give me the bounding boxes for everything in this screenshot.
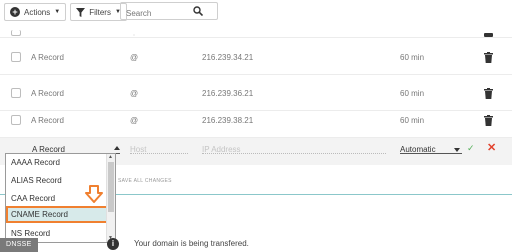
cancel-x-icon[interactable]: ✕: [487, 141, 496, 154]
trash-icon[interactable]: [484, 88, 493, 99]
caret-up-icon: [114, 146, 120, 150]
row-ttl: 60 min: [400, 89, 425, 98]
row-type: A Record: [31, 116, 64, 125]
row-value: 216.239.36.21: [202, 89, 254, 98]
row-host: ˌ: [133, 30, 135, 36]
table-row: ˌ: [0, 0, 512, 38]
trash-icon[interactable]: [484, 33, 493, 37]
row-host: @: [130, 53, 139, 62]
arrow-down-icon: [85, 185, 103, 203]
dnssec-tab[interactable]: DNSSE: [0, 238, 38, 252]
ip-address-field[interactable]: IP Address: [202, 142, 386, 154]
row-host: @: [130, 89, 139, 98]
ip-placeholder: IP Address: [202, 145, 241, 154]
dropdown-option[interactable]: AAAA Record: [9, 154, 104, 171]
transfer-notice: Your domain is being transfered.: [134, 239, 249, 248]
host-field[interactable]: Host: [130, 142, 188, 154]
dropdown-option-selected[interactable]: CNAME Record: [6, 206, 108, 223]
table-row: A Record @ 216.239.38.21 60 min: [0, 104, 512, 138]
row-ttl: 60 min: [400, 116, 425, 125]
row-ttl: 60 min: [400, 53, 425, 62]
row-checkbox[interactable]: [11, 52, 21, 62]
trash-icon[interactable]: [484, 52, 493, 63]
scrollbar-thumb[interactable]: [108, 162, 114, 212]
dropdown-scrollbar[interactable]: ▲ ▼: [106, 154, 115, 242]
confirm-check-icon[interactable]: ✓: [467, 143, 475, 154]
ttl-select[interactable]: Automatic: [400, 142, 462, 154]
trash-icon[interactable]: [484, 115, 493, 126]
row-checkbox[interactable]: [11, 88, 21, 98]
row-checkbox[interactable]: [11, 30, 21, 36]
row-checkbox[interactable]: [11, 115, 21, 125]
table-row: A Record @ 216.239.34.21 60 min: [0, 39, 512, 75]
row-value: 216.239.38.21: [202, 116, 254, 125]
row-type: A Record: [31, 89, 64, 98]
row-value: 216.239.34.21: [202, 53, 254, 62]
scroll-up-icon[interactable]: ▲: [108, 154, 113, 160]
info-icon: i: [107, 238, 119, 250]
ttl-value: Automatic: [400, 145, 436, 154]
caret-down-icon: [454, 148, 460, 152]
row-type: A Record: [31, 53, 64, 62]
host-placeholder: Host: [130, 145, 147, 154]
save-all-changes-button[interactable]: SAVE ALL CHANGES: [118, 178, 172, 184]
row-host: @: [130, 116, 139, 125]
